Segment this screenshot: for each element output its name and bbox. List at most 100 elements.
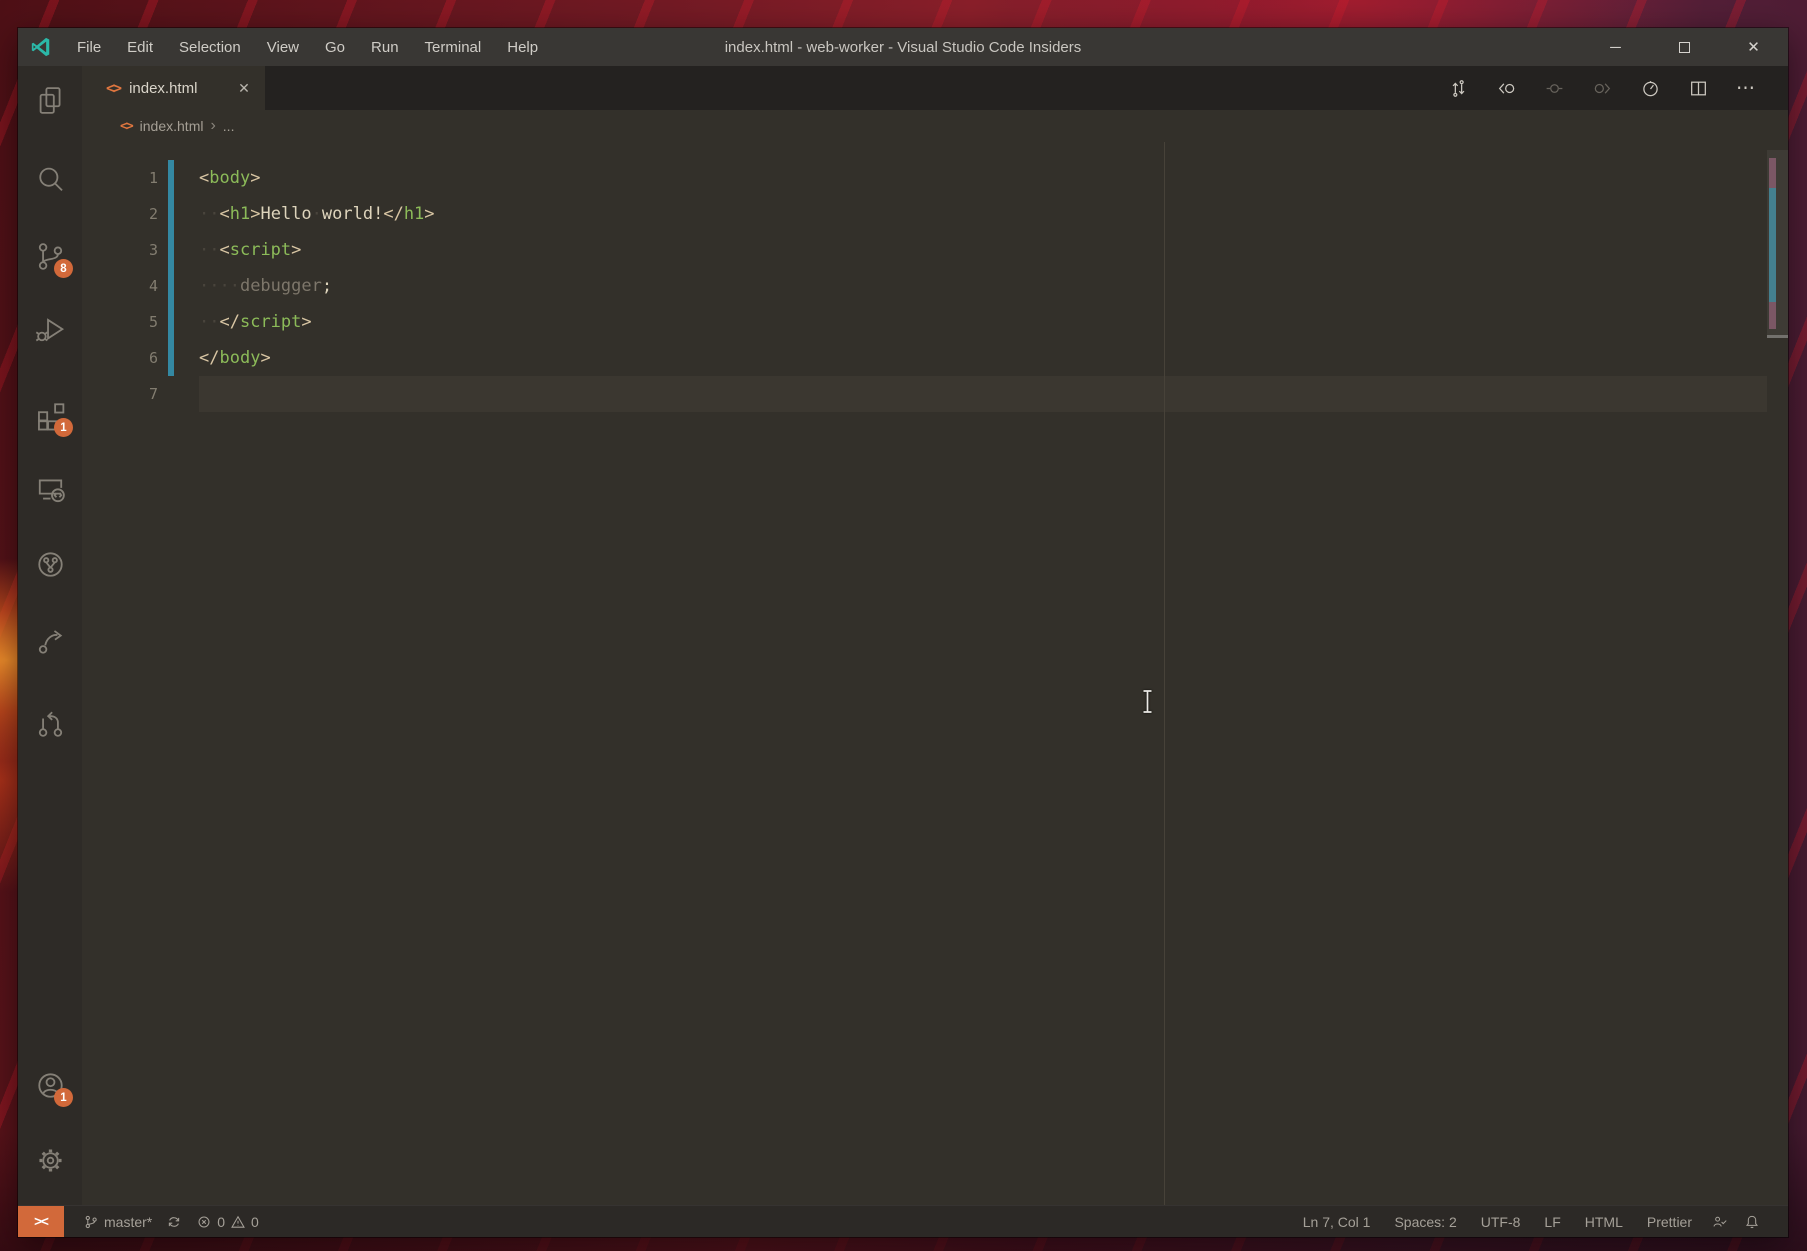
mouse-cursor-ibeam [1140,689,1155,714]
code-line[interactable]: 6 </body> [82,340,1788,376]
line-number[interactable]: 4 [82,268,158,304]
source-control-badge: 8 [54,259,73,278]
branch-label: master* [104,1214,152,1230]
menu-file[interactable]: File [64,28,114,66]
scrollbar [1767,142,1788,1205]
code-line[interactable]: 3 ··<script> [82,232,1788,268]
line-number[interactable]: 7 [82,376,158,412]
current-change-button[interactable] [1530,66,1578,110]
search-icon [34,164,67,197]
gear-icon [34,1144,67,1177]
timeline-button[interactable] [1626,66,1674,110]
close-button[interactable]: ✕ [1719,28,1788,66]
remote-indicator-button[interactable]: >< [18,1206,64,1237]
errors-count: 0 [217,1214,225,1230]
eol-item[interactable]: LF [1532,1206,1572,1237]
current-change-icon [1544,78,1565,99]
editor-group: <> index.html ✕ [82,66,1788,1205]
more-actions-button[interactable]: ⋯ [1722,66,1770,110]
sidebar-item-search[interactable] [18,160,82,200]
chevron-right-icon: › [210,117,215,135]
code-line[interactable]: 7 [82,376,1788,412]
accounts-badge: 1 [54,1088,73,1107]
editor-actions: ⋯ [1434,66,1788,110]
activity-bar: 8 1 [18,66,82,1205]
line-number[interactable]: 1 [82,160,158,196]
tab-bar: <> index.html ✕ [82,66,1788,110]
notifications-button[interactable] [1736,1206,1768,1237]
sidebar-item-extensions[interactable]: 1 [18,395,82,435]
line-number[interactable]: 2 [82,196,158,232]
accounts-button[interactable]: 1 [18,1065,82,1105]
minimize-button[interactable]: ─ [1581,28,1650,66]
line-number[interactable]: 3 [82,232,158,268]
sidebar-item-remote-explorer[interactable] [18,469,82,509]
menu-run[interactable]: Run [358,28,412,66]
open-changes-button[interactable] [1434,66,1482,110]
remote-explorer-icon [34,473,67,506]
branch-icon [83,1214,99,1230]
feedback-person-icon [1712,1214,1728,1230]
menu-selection[interactable]: Selection [166,28,254,66]
settings-button[interactable] [18,1140,82,1180]
code-text: ··<script> [199,232,301,268]
code-line[interactable]: 1<body> [82,160,1788,196]
sidebar-item-run-debug[interactable] [18,309,82,349]
sidebar-item-live-share[interactable] [18,621,82,661]
sidebar-item-github-pull-requests[interactable] [18,703,82,743]
explorer-files-icon [34,84,67,117]
window-title: index.html - web-worker - Visual Studio … [725,28,1082,66]
vscode-insiders-logo-icon [30,36,52,58]
previous-change-button[interactable] [1482,66,1530,110]
maximize-button[interactable] [1650,28,1719,66]
live-share-icon [34,625,67,658]
indentation-item[interactable]: Spaces: 2 [1382,1206,1468,1237]
next-change-icon [1592,78,1613,99]
split-editor-button[interactable] [1674,66,1722,110]
title-bar: File Edit Selection View Go Run Terminal… [18,28,1788,66]
formatter-item[interactable]: Prettier [1635,1206,1704,1237]
open-changes-icon [1448,78,1469,99]
run-and-debug-icon [34,313,67,346]
code-text: ··</script> [199,304,312,340]
breadcrumb-file[interactable]: index.html [140,118,204,134]
cursor-position-item[interactable]: Ln 7, Col 1 [1291,1206,1383,1237]
overview-ruler-modified-mark [1769,188,1776,302]
menu-edit[interactable]: Edit [114,28,166,66]
breadcrumb: <> index.html › ... [82,110,1788,142]
previous-change-icon [1496,78,1517,99]
menu-help[interactable]: Help [494,28,551,66]
line-number[interactable]: 5 [82,304,158,340]
menu-go[interactable]: Go [312,28,358,66]
code-text: </body> [199,340,271,376]
vscode-window: File Edit Selection View Go Run Terminal… [18,28,1788,1237]
problems-item[interactable]: 0 0 [189,1206,266,1237]
feedback-button[interactable] [1704,1206,1736,1237]
menu-view[interactable]: View [254,28,312,66]
code-line[interactable]: 4····debugger; [82,268,1788,304]
window-controls: ─ ✕ [1581,28,1788,66]
breadcrumb-symbol[interactable]: ... [223,118,235,134]
split-editor-icon [1688,78,1709,99]
sidebar-item-gitlens[interactable] [18,544,82,584]
sidebar-item-source-control[interactable]: 8 [18,236,82,276]
code-line[interactable]: 5 ··</script> [82,304,1788,340]
timeline-clock-icon [1640,78,1661,99]
code-editor[interactable]: 1<body>2 ··<h1>Hello·world!</h1> 3 ··<scrip… [82,142,1788,1205]
more-actions-icon: ⋯ [1736,77,1756,100]
code-text: ··<h1>Hello·world!</h1> [199,196,435,232]
language-mode-item[interactable]: HTML [1573,1206,1635,1237]
line-number[interactable]: 6 [82,340,158,376]
next-change-button[interactable] [1578,66,1626,110]
branch-item[interactable]: master* [76,1206,159,1237]
code-line[interactable]: 2 ··<h1>Hello·world!</h1> [82,196,1788,232]
encoding-item[interactable]: UTF-8 [1469,1206,1533,1237]
overview-ruler-mark [1769,158,1776,188]
tab-close-icon[interactable]: ✕ [233,77,255,99]
menu-terminal[interactable]: Terminal [412,28,495,66]
sidebar-item-explorer[interactable] [18,80,82,120]
tab-index-html[interactable]: <> index.html ✕ [82,66,265,110]
warnings-icon [230,1214,246,1230]
html-file-icon: <> [106,79,120,97]
sync-button[interactable] [159,1206,189,1237]
